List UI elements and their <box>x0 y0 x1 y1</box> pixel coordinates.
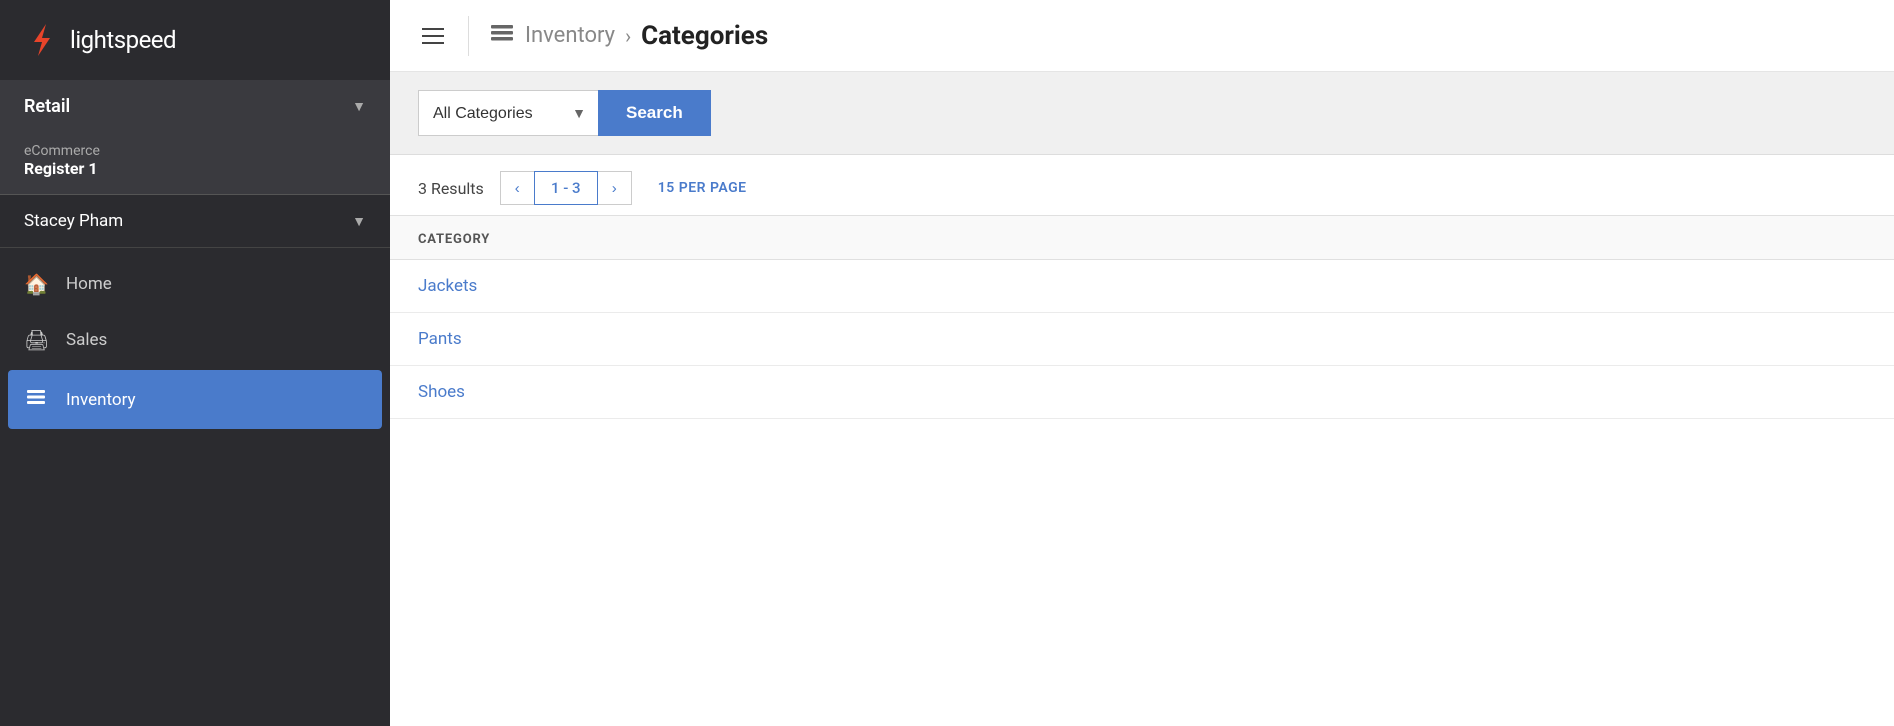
category-link-shoes[interactable]: Shoes <box>418 382 465 402</box>
sidebar: lightspeed Retail ▼ eCommerce Register 1… <box>0 0 390 726</box>
sidebar-item-sales-label: Sales <box>66 330 107 350</box>
sidebar-logo: lightspeed <box>0 0 390 80</box>
category-link-pants[interactable]: Pants <box>418 329 462 349</box>
pagination: ‹ 1 - 3 › <box>500 171 632 205</box>
table-row: Shoes <box>390 366 1894 419</box>
category-link-jackets[interactable]: Jackets <box>418 276 477 296</box>
search-area: All Categories ▼ Search <box>390 72 1894 155</box>
next-page-button[interactable]: › <box>598 171 632 205</box>
main-content: Inventory › Categories All Categories ▼ … <box>390 0 1894 726</box>
retail-dropdown-arrow: ▼ <box>352 98 366 115</box>
prev-page-button[interactable]: ‹ <box>500 171 534 205</box>
results-area: 3 Results ‹ 1 - 3 › 15 PER PAGE <box>390 155 1894 216</box>
page-header: Inventory › Categories <box>390 0 1894 72</box>
breadcrumb: Inventory › Categories <box>489 20 768 52</box>
home-icon: 🏠 <box>24 272 48 296</box>
header-divider <box>468 16 469 56</box>
hamburger-button[interactable] <box>418 24 448 48</box>
sidebar-item-inventory-label: Inventory <box>66 390 136 410</box>
category-select[interactable]: All Categories <box>418 90 598 136</box>
categories-table: CATEGORY Jackets Pants Shoes <box>390 216 1894 726</box>
sidebar-item-home-label: Home <box>66 274 112 294</box>
table-header: CATEGORY <box>390 216 1894 260</box>
register-info: eCommerce Register 1 <box>0 133 390 195</box>
user-selector[interactable]: Stacey Pham ▼ <box>0 195 390 248</box>
sales-icon: 🖨 <box>24 328 48 352</box>
register-name: Register 1 <box>24 159 366 178</box>
breadcrumb-inventory: Inventory <box>525 23 615 48</box>
table-row: Jackets <box>390 260 1894 313</box>
retail-selector[interactable]: Retail ▼ <box>0 80 390 133</box>
inventory-breadcrumb-icon <box>489 20 515 52</box>
sidebar-item-inventory[interactable]: Inventory <box>8 370 382 429</box>
per-page-selector[interactable]: 15 PER PAGE <box>658 180 747 196</box>
hamburger-line-2 <box>422 35 444 37</box>
table-row: Pants <box>390 313 1894 366</box>
user-dropdown-arrow: ▼ <box>352 213 366 230</box>
category-select-wrapper: All Categories ▼ <box>418 90 598 136</box>
page-title: Categories <box>641 21 768 51</box>
sidebar-item-home[interactable]: 🏠 Home <box>0 256 390 312</box>
breadcrumb-separator: › <box>625 24 631 48</box>
page-range: 1 - 3 <box>534 171 598 205</box>
hamburger-line-1 <box>422 28 444 30</box>
search-button[interactable]: Search <box>598 90 711 136</box>
sidebar-nav: 🏠 Home 🖨 Sales Inventory <box>0 248 390 726</box>
hamburger-line-3 <box>422 42 444 44</box>
results-count: 3 Results <box>418 179 484 198</box>
category-column-header: CATEGORY <box>418 232 490 247</box>
sidebar-item-sales[interactable]: 🖨 Sales <box>0 312 390 368</box>
retail-label: Retail <box>24 96 70 117</box>
ecommerce-label: eCommerce <box>24 143 366 159</box>
inventory-icon <box>24 386 48 413</box>
logo-icon <box>24 22 60 58</box>
logo-text: lightspeed <box>70 26 176 54</box>
user-name: Stacey Pham <box>24 211 123 231</box>
